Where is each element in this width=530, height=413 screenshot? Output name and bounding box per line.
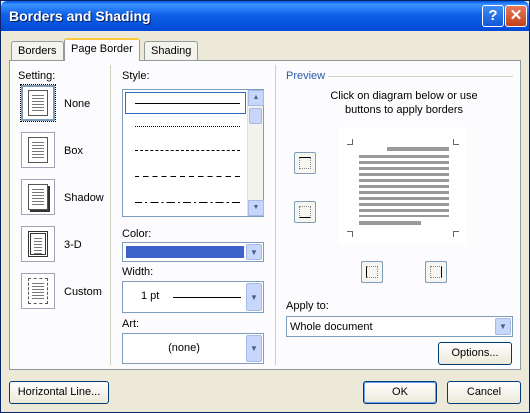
- width-line-sample: [173, 297, 241, 298]
- style-listbox[interactable]: ▲ ▼: [122, 89, 264, 217]
- window-title: Borders and Shading: [9, 8, 151, 24]
- setting-3d-label[interactable]: 3-D: [64, 239, 82, 251]
- style-scrollbar[interactable]: ▲ ▼: [247, 90, 264, 216]
- setting-3d-button[interactable]: [21, 226, 55, 262]
- width-value: 1 pt: [141, 290, 160, 302]
- setting-none-label[interactable]: None: [64, 98, 90, 110]
- text-block: [359, 155, 449, 217]
- divider-left: [110, 65, 111, 365]
- scroll-thumb[interactable]: [249, 108, 262, 124]
- help-icon: ?: [488, 7, 498, 24]
- tab-page-border[interactable]: Page Border: [64, 38, 140, 61]
- options-button[interactable]: Options...: [438, 342, 512, 365]
- top-border-button[interactable]: [294, 152, 316, 174]
- setting-box-icon: [28, 137, 48, 163]
- setting-shadow-button[interactable]: [21, 179, 55, 215]
- preview-label: Preview: [286, 70, 326, 82]
- right-border-icon: [430, 266, 442, 278]
- style-dash-dot-line[interactable]: [135, 202, 240, 203]
- apply-to-value: Whole document: [290, 321, 373, 333]
- borders-and-shading-dialog: Borders and Shading ? ✕ Borders Page Bor…: [0, 0, 530, 413]
- preview-diagram[interactable]: [339, 127, 467, 245]
- apply-to-label: Apply to:: [286, 300, 329, 312]
- style-label: Style:: [122, 70, 150, 82]
- preview-rule: [328, 76, 513, 77]
- style-long-dash-line[interactable]: [135, 176, 240, 177]
- close-button[interactable]: ✕: [505, 5, 527, 27]
- color-label: Color:: [122, 228, 152, 240]
- left-border-icon: [366, 266, 378, 278]
- tab-panel: Setting: None Box Shadow 3-D Custom Styl…: [9, 60, 521, 370]
- setting-custom-label[interactable]: Custom: [64, 286, 102, 298]
- setting-box-button[interactable]: [21, 132, 55, 168]
- bottom-border-icon: [299, 206, 311, 218]
- corner-mark: [453, 139, 459, 145]
- tab-page-border-label: Page Border: [71, 43, 133, 55]
- style-dashed-line[interactable]: [135, 150, 240, 151]
- setting-shadow-label[interactable]: Shadow: [64, 192, 104, 204]
- close-icon: ✕: [509, 7, 523, 24]
- tab-shading-label: Shading: [151, 45, 192, 57]
- tab-borders-label: Borders: [18, 45, 57, 57]
- scroll-up-icon[interactable]: ▲: [248, 90, 264, 106]
- style-solid-line[interactable]: [135, 103, 240, 104]
- divider-right: [275, 65, 276, 365]
- art-value: (none): [168, 342, 200, 354]
- setting-custom-icon: [28, 278, 48, 304]
- right-border-button[interactable]: [425, 261, 447, 283]
- art-combo[interactable]: (none) ▼: [122, 333, 264, 364]
- cancel-button[interactable]: Cancel: [447, 381, 521, 404]
- top-border-icon: [299, 157, 311, 169]
- horizontal-line-button[interactable]: Horizontal Line...: [9, 381, 109, 404]
- chevron-down-icon[interactable]: ▼: [495, 318, 511, 335]
- setting-custom-button[interactable]: [21, 273, 55, 309]
- title-bar[interactable]: Borders and Shading ? ✕: [1, 1, 529, 31]
- setting-label: Setting:: [18, 70, 56, 82]
- chevron-down-icon[interactable]: ▼: [246, 244, 262, 260]
- art-label-text: Art:: [122, 318, 140, 330]
- style-dotted-line[interactable]: [135, 126, 240, 127]
- text-line: [387, 147, 449, 151]
- text-line: [359, 221, 421, 225]
- ok-button[interactable]: OK: [363, 381, 437, 404]
- chevron-down-icon[interactable]: ▼: [246, 335, 262, 362]
- color-combo[interactable]: ▼: [122, 242, 264, 262]
- apply-to-combo[interactable]: Whole document ▼: [286, 316, 513, 337]
- scroll-down-icon[interactable]: ▼: [248, 200, 264, 216]
- tab-shading[interactable]: Shading: [144, 41, 199, 60]
- preview-instructions: Click on diagram below or use buttons to…: [330, 90, 478, 116]
- setting-box-label[interactable]: Box: [64, 145, 83, 157]
- color-swatch: [126, 246, 244, 258]
- left-border-button[interactable]: [361, 261, 383, 283]
- corner-mark: [347, 231, 353, 237]
- chevron-down-icon[interactable]: ▼: [246, 283, 262, 311]
- setting-none-button[interactable]: [20, 84, 56, 122]
- bottom-border-button[interactable]: [294, 201, 316, 223]
- setting-3d-icon: [28, 231, 48, 257]
- corner-mark: [347, 139, 353, 145]
- width-combo[interactable]: 1 pt ▼: [122, 281, 264, 313]
- width-label: Width:: [122, 266, 154, 278]
- setting-shadow-icon: [28, 184, 48, 210]
- setting-none-icon: [28, 90, 48, 116]
- tab-borders[interactable]: Borders: [11, 41, 64, 60]
- corner-mark: [453, 231, 459, 237]
- help-button[interactable]: ?: [482, 5, 504, 27]
